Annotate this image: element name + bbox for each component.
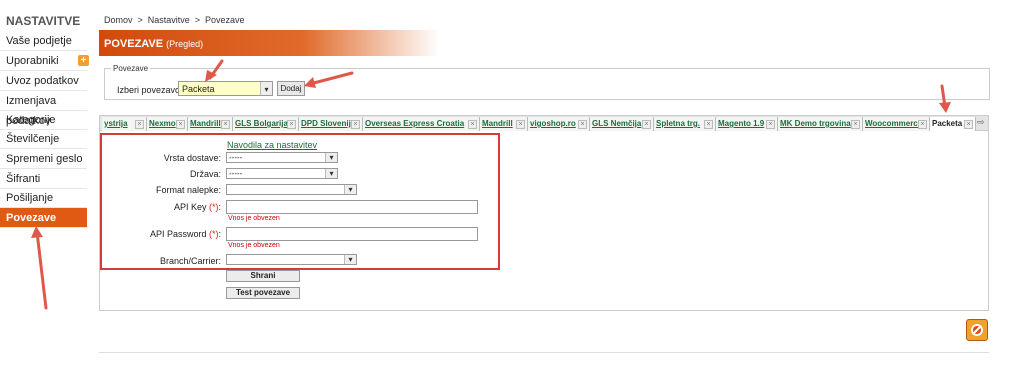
- tab-vigoshop-ro[interactable]: vigoshop.ro ×: [528, 117, 590, 131]
- sidebar-item-uvoz-podatkov[interactable]: Uvoz podatkov: [0, 71, 87, 91]
- tab-bar: ystrija × Nexmo × Mandrill × GLS Bolgarija ×…: [99, 115, 989, 131]
- tab-dpd-slovenija[interactable]: DPD Slovenija ×: [299, 117, 363, 131]
- chevron-down-icon: ▾: [260, 82, 272, 95]
- page-subtitle: (Pregled): [166, 39, 204, 49]
- page-title: POVEZAVE: [104, 38, 164, 50]
- save-button[interactable]: Shrani: [226, 270, 300, 282]
- scroll-right-icon[interactable]: ⇨: [977, 117, 985, 128]
- connection-label: Izberi povezavo :: [117, 85, 186, 95]
- sidebar-title: NASTAVITVE: [6, 14, 81, 28]
- plus-icon[interactable]: +: [78, 55, 89, 66]
- sidebar-item-stevilcenje[interactable]: Številčenje: [0, 129, 87, 149]
- sidebar-item-posiljanje-opominov[interactable]: Pošiljanje opominov: [0, 188, 87, 224]
- close-icon[interactable]: ×: [287, 120, 296, 129]
- close-icon[interactable]: ×: [766, 120, 775, 129]
- close-icon[interactable]: ×: [578, 120, 587, 129]
- sidebar-item-spremeni-geslo[interactable]: Spremeni geslo: [0, 149, 87, 169]
- tab-gls-bolgarija[interactable]: GLS Bolgarija ×: [233, 117, 299, 131]
- divider: [99, 352, 989, 353]
- close-icon[interactable]: ×: [221, 120, 230, 129]
- delete-connection-button[interactable]: [966, 319, 988, 341]
- tab-label: GLS Nemčija: [592, 119, 642, 128]
- close-icon[interactable]: ×: [176, 120, 185, 129]
- breadcrumb: Domov > Nastavitve > Povezave: [104, 15, 245, 25]
- close-icon[interactable]: ×: [468, 120, 477, 129]
- test-connection-button[interactable]: Test povezave: [226, 287, 300, 299]
- tab-spletna-trg[interactable]: Spletna trg. ×: [654, 117, 716, 131]
- page-title-wrap: POVEZAVE (Pregled): [104, 38, 203, 50]
- sidebar-item-kategorije[interactable]: Kategorije: [0, 110, 87, 130]
- tab-label: Woocommerce: [865, 119, 923, 128]
- sidebar-item-uporabniki[interactable]: Uporabniki +: [0, 51, 89, 71]
- tab-gls-nemcija[interactable]: GLS Nemčija ×: [590, 117, 654, 131]
- close-icon[interactable]: ×: [851, 120, 860, 129]
- connection-fieldset: Povezave Izberi povezavo : Packeta ▾ Dod…: [104, 64, 990, 100]
- sidebar-item-povezave[interactable]: Povezave: [0, 208, 87, 228]
- page-header: POVEZAVE (Pregled): [99, 30, 439, 56]
- close-icon[interactable]: ×: [642, 120, 651, 129]
- tab-label: Mandrill: [482, 119, 513, 128]
- tab-label: DPD Slovenija: [301, 119, 356, 128]
- annotation-highlight-box: [100, 133, 500, 270]
- tab-label: Magento 1.9: [718, 119, 765, 128]
- tab-magento[interactable]: Magento 1.9 ×: [716, 117, 778, 131]
- close-icon[interactable]: ×: [135, 120, 144, 129]
- sidebar-item-label: Uporabniki: [6, 55, 59, 67]
- tab-label: GLS Bolgarija: [235, 119, 288, 128]
- sidebar: NASTAVITVE Vaše podjetje Uporabniki + Uv…: [0, 0, 89, 371]
- add-connection-button[interactable]: Dodaj: [277, 81, 305, 96]
- tab-label: vigoshop.ro: [530, 119, 576, 128]
- close-icon[interactable]: ×: [351, 120, 360, 129]
- tab-overseas-express-croatia[interactable]: Overseas Express Croatia ×: [363, 117, 480, 131]
- connection-legend: Povezave: [113, 64, 149, 73]
- tab-nexmo[interactable]: Nexmo ×: [147, 117, 188, 131]
- tab-label: Packeta: [932, 119, 963, 128]
- tab-label: MK Demo trgovina: [780, 119, 851, 128]
- sidebar-item-vase-podjetje[interactable]: Vaše podjetje: [0, 31, 87, 51]
- tab-woocommerce[interactable]: Woocommerce ×: [863, 117, 930, 131]
- cancel-icon: [971, 324, 983, 336]
- sidebar-item-sifranti[interactable]: Šifranti: [0, 169, 87, 189]
- close-icon[interactable]: ×: [918, 120, 927, 129]
- sidebar-item-izmenjava-podatkov[interactable]: Izmenjava podatkov: [0, 91, 87, 127]
- close-icon[interactable]: ×: [704, 120, 713, 129]
- tab-label: Spletna trg.: [656, 119, 701, 128]
- connection-select[interactable]: Packeta ▾: [178, 81, 273, 96]
- tab-mandrill[interactable]: Mandrill ×: [188, 117, 233, 131]
- tab-label: Overseas Express Croatia: [365, 119, 465, 128]
- tab-label: Mandrill: [190, 119, 221, 128]
- tab-mk-demo-trgovina[interactable]: MK Demo trgovina ×: [778, 117, 863, 131]
- tab-label: Nexmo: [149, 119, 176, 128]
- tab-mandrill-2[interactable]: Mandrill ×: [480, 117, 528, 131]
- connection-select-value: Packeta: [182, 84, 215, 94]
- tab-label: ystrija: [104, 119, 128, 128]
- close-icon[interactable]: ×: [516, 120, 525, 129]
- tab-ystrija[interactable]: ystrija ×: [102, 117, 147, 131]
- tab-packeta[interactable]: Packeta ×: [930, 117, 976, 131]
- close-icon[interactable]: ×: [964, 120, 973, 129]
